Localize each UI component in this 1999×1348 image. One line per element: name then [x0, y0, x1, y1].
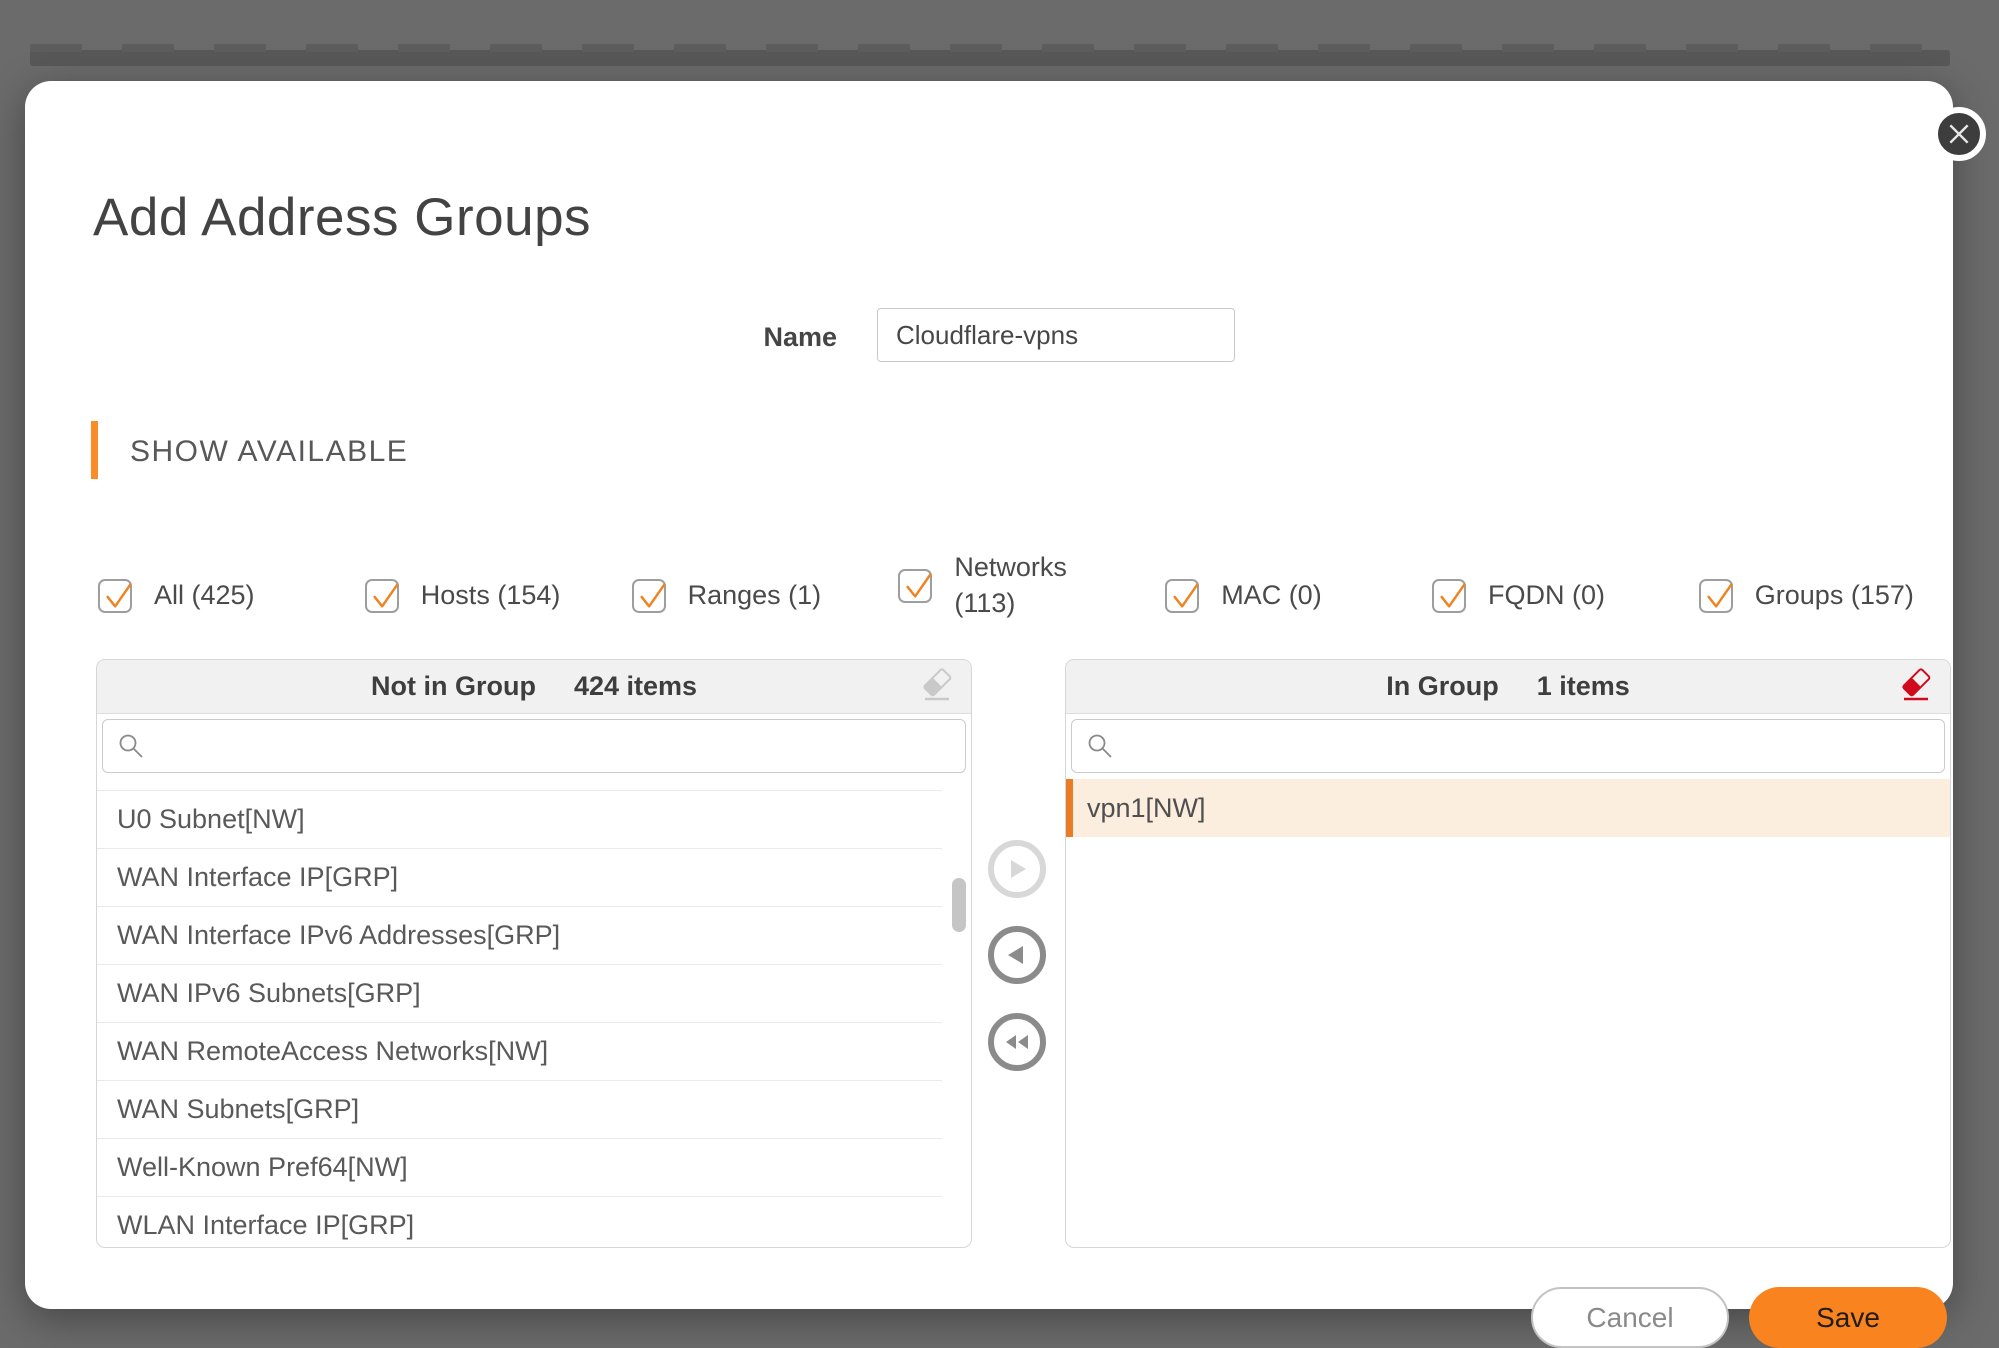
- eraser-icon: [919, 668, 955, 704]
- filter-label: FQDN (0): [1488, 580, 1605, 611]
- checkbox-mac[interactable]: [1165, 579, 1199, 613]
- filter-label: Hosts (154): [421, 580, 561, 611]
- cancel-button[interactable]: Cancel: [1531, 1287, 1729, 1348]
- section-accent-bar: [91, 421, 98, 479]
- arrow-right-icon: [1006, 858, 1028, 880]
- filter-all[interactable]: All (425): [98, 579, 365, 613]
- in-group-search-input[interactable]: [1071, 719, 1945, 773]
- checkbox-groups[interactable]: [1699, 579, 1733, 613]
- in-group-header: In Group 1 items: [1066, 660, 1950, 714]
- checkbox-all[interactable]: [98, 579, 132, 613]
- filter-hosts[interactable]: Hosts (154): [365, 579, 632, 613]
- check-icon: [1436, 579, 1468, 613]
- filter-label: Groups (157): [1755, 580, 1914, 611]
- filter-groups[interactable]: Groups (157): [1699, 579, 1966, 613]
- filter-fqdn[interactable]: FQDN (0): [1432, 579, 1699, 613]
- dimmed-background-content: [30, 50, 1950, 66]
- magnifier-icon: [1086, 732, 1114, 760]
- list-item[interactable]: WAN Interface IPv6 Addresses[GRP]: [97, 907, 942, 965]
- in-group-search: [1071, 719, 1945, 773]
- checkbox-ranges[interactable]: [632, 579, 666, 613]
- checkbox-networks[interactable]: [898, 569, 932, 603]
- check-icon: [369, 579, 401, 613]
- type-filter-row: All (425) Hosts (154) Ranges (1) Network…: [98, 543, 1988, 648]
- not-in-group-search: [102, 719, 966, 773]
- dialog-title: Add Address Groups: [93, 187, 591, 248]
- close-button[interactable]: [1932, 107, 1986, 161]
- not-in-group-search-input[interactable]: [102, 719, 966, 773]
- x-icon: [1946, 121, 1972, 147]
- name-input[interactable]: [877, 308, 1235, 362]
- section-title: SHOW AVAILABLE: [130, 435, 408, 469]
- list-item[interactable]: WAN Interface IP[GRP]: [97, 849, 942, 907]
- list-item[interactable]: WAN Subnets[GRP]: [97, 1081, 942, 1139]
- clear-in-group-button[interactable]: [1896, 667, 1936, 707]
- double-arrow-left-icon: [1002, 1031, 1032, 1053]
- panel-count: 1 items: [1537, 671, 1630, 702]
- panel-title: In Group: [1386, 671, 1498, 702]
- filter-label: MAC (0): [1221, 580, 1322, 611]
- check-icon: [636, 579, 668, 613]
- list-item[interactable]: WAN RemoteAccess Networks[NW]: [97, 1023, 942, 1081]
- filter-ranges[interactable]: Ranges (1): [632, 579, 899, 613]
- screen: { "dialog": { "title": "Add Address Grou…: [0, 0, 1999, 1340]
- clear-not-in-group-button[interactable]: [917, 667, 957, 707]
- list-item[interactable]: WLAN Interface IP[GRP]: [97, 1197, 942, 1248]
- check-icon: [102, 579, 134, 613]
- panel-count: 424 items: [574, 671, 697, 702]
- partially-scrolled-row: [97, 778, 942, 791]
- in-group-panel: In Group 1 items vpn1[NW]: [1065, 659, 1951, 1248]
- filter-mac[interactable]: MAC (0): [1165, 579, 1432, 613]
- add-address-groups-dialog: Add Address Groups Name SHOW AVAILABLE A…: [25, 81, 1953, 1309]
- check-icon: [902, 569, 934, 603]
- scrollbar-thumb[interactable]: [952, 878, 966, 932]
- check-icon: [1703, 579, 1735, 613]
- move-right-button[interactable]: [988, 840, 1046, 898]
- filter-label: Ranges (1): [688, 580, 822, 611]
- move-left-button[interactable]: [988, 926, 1046, 984]
- not-in-group-list: U0 Subnet[NW] WAN Interface IP[GRP] WAN …: [97, 778, 971, 1248]
- filter-label: Networks (113): [954, 550, 1082, 620]
- in-group-list: vpn1[NW]: [1066, 779, 1950, 837]
- checkbox-fqdn[interactable]: [1432, 579, 1466, 613]
- filter-networks[interactable]: Networks (113): [898, 550, 1165, 620]
- check-icon: [1169, 579, 1201, 613]
- panel-title: Not in Group: [371, 671, 536, 702]
- list-item[interactable]: Well-Known Pref64[NW]: [97, 1139, 942, 1197]
- list-item[interactable]: U0 Subnet[NW]: [97, 791, 942, 849]
- filter-label: All (425): [154, 580, 255, 611]
- eraser-icon: [1898, 668, 1934, 704]
- not-in-group-header: Not in Group 424 items: [97, 660, 971, 714]
- list-item[interactable]: WAN IPv6 Subnets[GRP]: [97, 965, 942, 1023]
- name-label: Name: [737, 322, 837, 353]
- list-item-selected[interactable]: vpn1[NW]: [1066, 779, 1950, 837]
- move-all-left-button[interactable]: [988, 1013, 1046, 1071]
- checkbox-hosts[interactable]: [365, 579, 399, 613]
- save-button[interactable]: Save: [1749, 1287, 1947, 1348]
- arrow-left-icon: [1006, 944, 1028, 966]
- magnifier-icon: [117, 732, 145, 760]
- not-in-group-panel: Not in Group 424 items U0 Subnet[NW] WAN…: [96, 659, 972, 1248]
